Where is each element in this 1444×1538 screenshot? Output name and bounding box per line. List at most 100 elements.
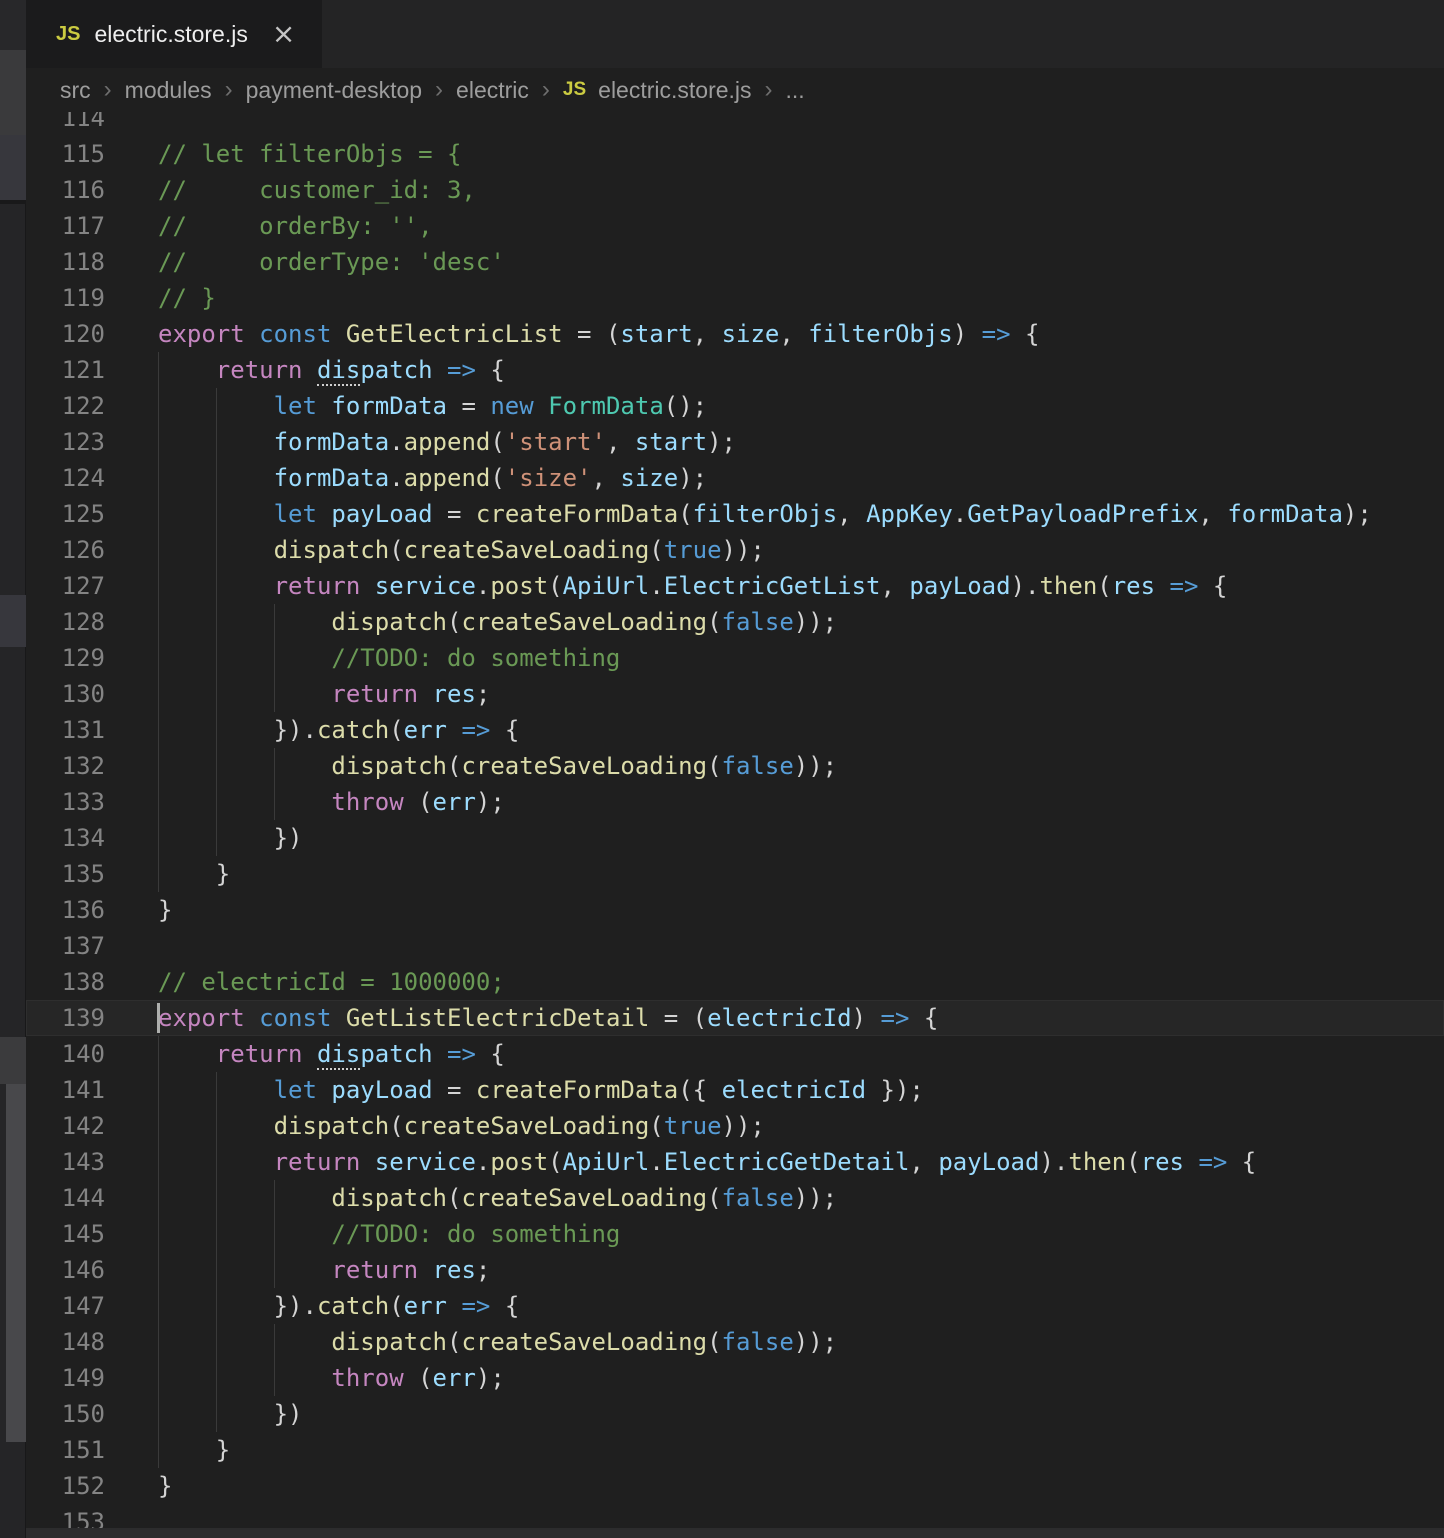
chevron-right-icon: › <box>434 76 444 104</box>
line-number[interactable]: 143 <box>26 1144 130 1180</box>
code-line-136[interactable]: 136} <box>26 892 1444 928</box>
code-line-123[interactable]: 123 formData.append('start', start); <box>26 424 1444 460</box>
editor-lines[interactable]: 114115// let filterObjs = {116// custome… <box>26 100 1444 1538</box>
breadcrumb-item-src[interactable]: src <box>60 77 91 104</box>
line-number[interactable]: 124 <box>26 460 130 496</box>
line-number[interactable]: 139 <box>26 1000 130 1036</box>
code-line-130[interactable]: 130 return res; <box>26 676 1444 712</box>
code-line-145[interactable]: 145 //TODO: do something <box>26 1216 1444 1252</box>
line-number[interactable]: 152 <box>26 1468 130 1504</box>
code-line-140[interactable]: 140 return dispatch => { <box>26 1036 1444 1072</box>
code-line-128[interactable]: 128 dispatch(createSaveLoading(false)); <box>26 604 1444 640</box>
code-text: // let filterObjs = { <box>130 136 1444 172</box>
indent-guide <box>216 1360 217 1396</box>
indent-guide <box>158 1072 159 1108</box>
code-line-125[interactable]: 125 let payLoad = createFormData(filterO… <box>26 496 1444 532</box>
code-line-133[interactable]: 133 throw (err); <box>26 784 1444 820</box>
line-number[interactable]: 133 <box>26 784 130 820</box>
line-number[interactable]: 138 <box>26 964 130 1000</box>
line-number[interactable]: 126 <box>26 532 130 568</box>
code-text: dispatch(createSaveLoading(true)); <box>130 1108 1444 1144</box>
indent-guide <box>216 640 217 676</box>
line-number[interactable]: 121 <box>26 352 130 388</box>
code-text: dispatch(createSaveLoading(false)); <box>130 1180 1444 1216</box>
code-line-116[interactable]: 116// customer_id: 3, <box>26 172 1444 208</box>
line-number[interactable]: 141 <box>26 1072 130 1108</box>
line-number[interactable]: 142 <box>26 1108 130 1144</box>
code-line-149[interactable]: 149 throw (err); <box>26 1360 1444 1396</box>
line-number[interactable]: 132 <box>26 748 130 784</box>
code-line-115[interactable]: 115// let filterObjs = { <box>26 136 1444 172</box>
indent-guide <box>274 640 275 676</box>
line-number[interactable]: 128 <box>26 604 130 640</box>
line-number[interactable]: 115 <box>26 136 130 172</box>
line-number[interactable]: 131 <box>26 712 130 748</box>
code-line-131[interactable]: 131 }).catch(err => { <box>26 712 1444 748</box>
code-line-124[interactable]: 124 formData.append('size', size); <box>26 460 1444 496</box>
tab-electric-store-js[interactable]: JS electric.store.js × <box>26 0 322 68</box>
line-number[interactable]: 116 <box>26 172 130 208</box>
indent-guide <box>158 352 159 388</box>
code-line-121[interactable]: 121 return dispatch => { <box>26 352 1444 388</box>
line-number[interactable]: 147 <box>26 1288 130 1324</box>
code-line-119[interactable]: 119// } <box>26 280 1444 316</box>
horizontal-scrollbar[interactable] <box>26 1528 1444 1538</box>
line-number[interactable]: 146 <box>26 1252 130 1288</box>
breadcrumb-symbol-path[interactable]: ... <box>786 77 805 104</box>
code-line-147[interactable]: 147 }).catch(err => { <box>26 1288 1444 1324</box>
code-line-134[interactable]: 134 }) <box>26 820 1444 856</box>
breadcrumb-item-modules[interactable]: modules <box>125 77 212 104</box>
close-icon[interactable]: × <box>272 20 295 48</box>
line-number[interactable]: 135 <box>26 856 130 892</box>
line-number[interactable]: 144 <box>26 1180 130 1216</box>
scrollbar-thumb[interactable] <box>6 1084 26 1442</box>
line-number[interactable]: 145 <box>26 1216 130 1252</box>
code-line-151[interactable]: 151 } <box>26 1432 1444 1468</box>
code-line-120[interactable]: 120export const GetElectricList = (start… <box>26 316 1444 352</box>
code-line-137[interactable]: 137 <box>26 928 1444 964</box>
line-number[interactable]: 130 <box>26 676 130 712</box>
line-number[interactable]: 127 <box>26 568 130 604</box>
line-number[interactable]: 149 <box>26 1360 130 1396</box>
panel-segment <box>0 135 26 200</box>
code-line-143[interactable]: 143 return service.post(ApiUrl.ElectricG… <box>26 1144 1444 1180</box>
code-line-150[interactable]: 150 }) <box>26 1396 1444 1432</box>
panel-segment <box>0 50 26 135</box>
line-number[interactable]: 137 <box>26 928 130 964</box>
code-line-142[interactable]: 142 dispatch(createSaveLoading(true)); <box>26 1108 1444 1144</box>
breadcrumb-item-payment-desktop[interactable]: payment-desktop <box>246 77 422 104</box>
code-line-126[interactable]: 126 dispatch(createSaveLoading(true)); <box>26 532 1444 568</box>
line-number[interactable]: 123 <box>26 424 130 460</box>
code-line-152[interactable]: 152} <box>26 1468 1444 1504</box>
code-line-138[interactable]: 138// electricId = 1000000; <box>26 964 1444 1000</box>
tab-bar: JS electric.store.js × <box>26 0 1444 68</box>
code-line-148[interactable]: 148 dispatch(createSaveLoading(false)); <box>26 1324 1444 1360</box>
line-number[interactable]: 140 <box>26 1036 130 1072</box>
code-line-144[interactable]: 144 dispatch(createSaveLoading(false)); <box>26 1180 1444 1216</box>
code-line-129[interactable]: 129 //TODO: do something <box>26 640 1444 676</box>
line-number[interactable]: 134 <box>26 820 130 856</box>
line-number[interactable]: 122 <box>26 388 130 424</box>
line-number[interactable]: 129 <box>26 640 130 676</box>
code-line-122[interactable]: 122 let formData = new FormData(); <box>26 388 1444 424</box>
code-line-118[interactable]: 118// orderType: 'desc' <box>26 244 1444 280</box>
line-number[interactable]: 118 <box>26 244 130 280</box>
line-number[interactable]: 125 <box>26 496 130 532</box>
code-line-146[interactable]: 146 return res; <box>26 1252 1444 1288</box>
line-number[interactable]: 136 <box>26 892 130 928</box>
line-number[interactable]: 148 <box>26 1324 130 1360</box>
code-line-132[interactable]: 132 dispatch(createSaveLoading(false)); <box>26 748 1444 784</box>
line-number[interactable]: 117 <box>26 208 130 244</box>
indent-guide <box>158 388 159 424</box>
breadcrumb-item-file[interactable]: electric.store.js <box>598 77 751 104</box>
code-line-117[interactable]: 117// orderBy: '', <box>26 208 1444 244</box>
line-number[interactable]: 120 <box>26 316 130 352</box>
code-line-127[interactable]: 127 return service.post(ApiUrl.ElectricG… <box>26 568 1444 604</box>
line-number[interactable]: 119 <box>26 280 130 316</box>
line-number[interactable]: 151 <box>26 1432 130 1468</box>
code-line-139[interactable]: 139export const GetListElectricDetail = … <box>26 1000 1444 1036</box>
code-line-141[interactable]: 141 let payLoad = createFormData({ elect… <box>26 1072 1444 1108</box>
code-line-135[interactable]: 135 } <box>26 856 1444 892</box>
breadcrumb-item-electric[interactable]: electric <box>456 77 529 104</box>
line-number[interactable]: 150 <box>26 1396 130 1432</box>
